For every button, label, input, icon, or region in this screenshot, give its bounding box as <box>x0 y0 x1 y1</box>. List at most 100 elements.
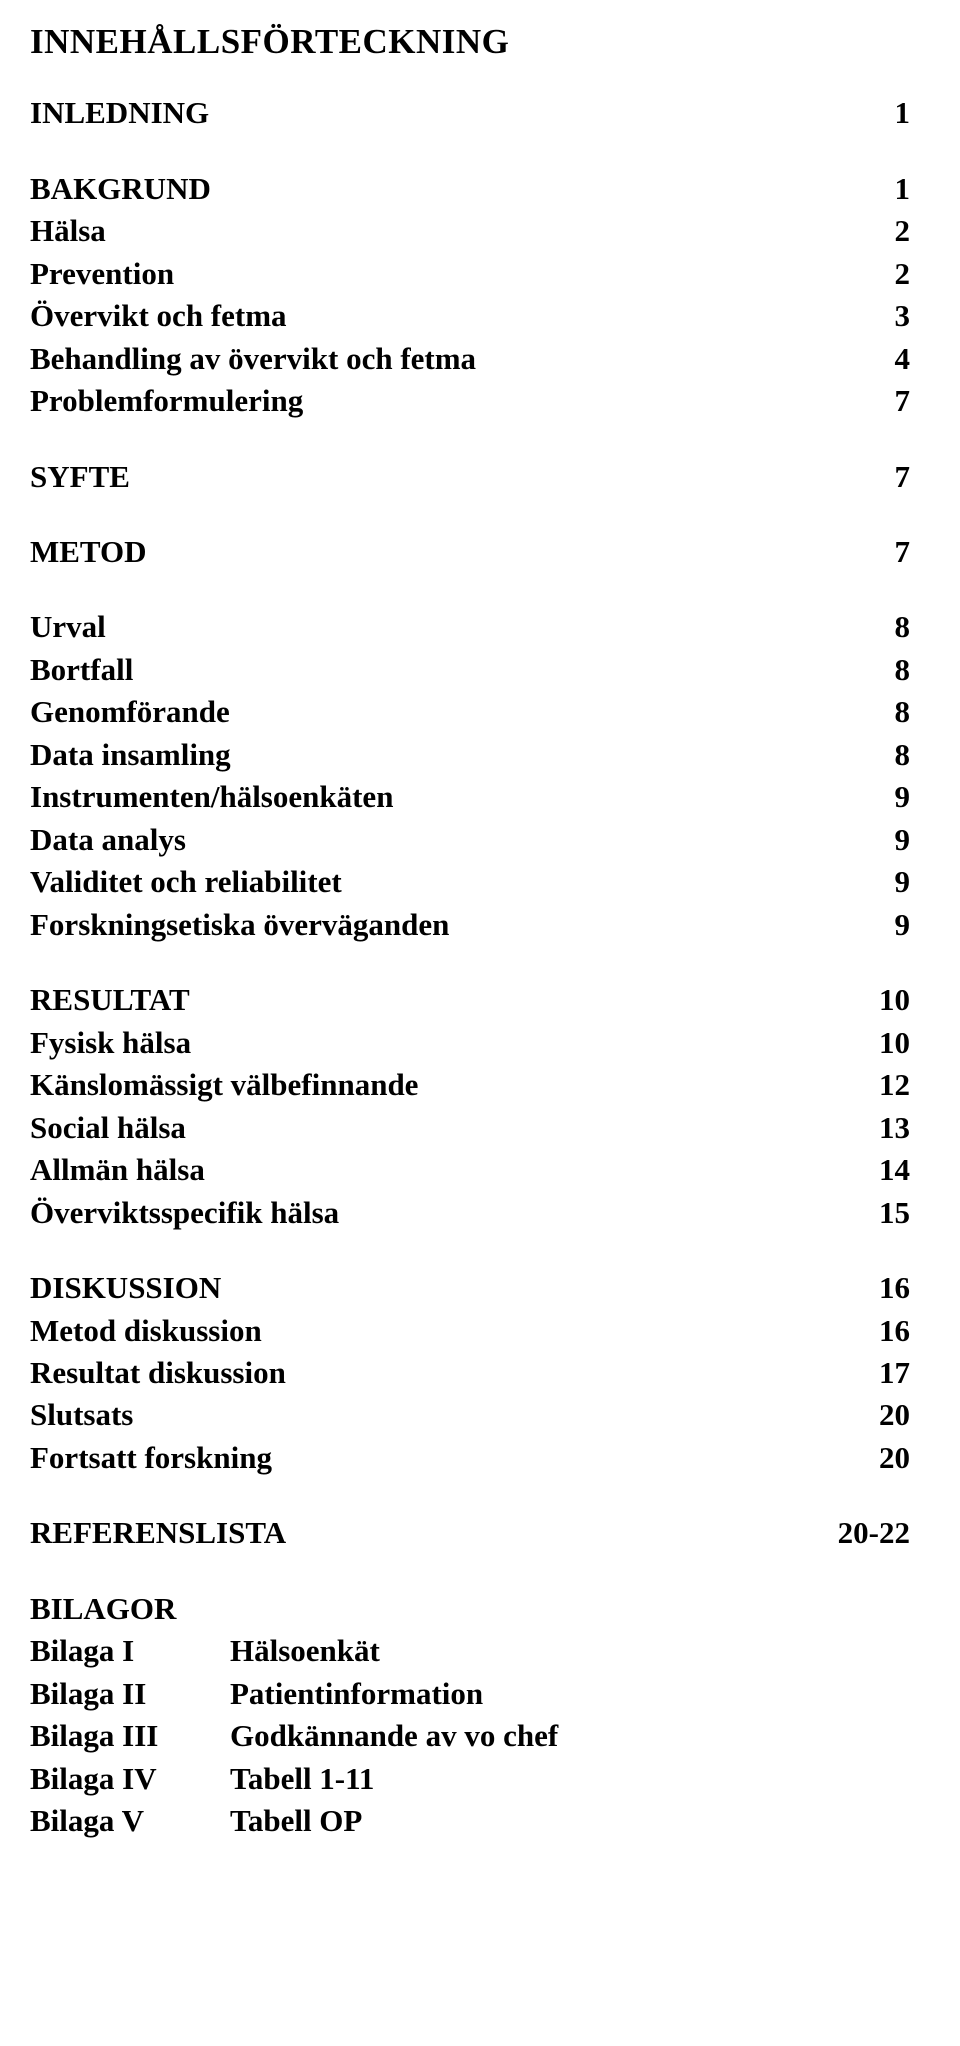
toc-entry-page: 10 <box>879 982 910 1018</box>
toc-entry-label[interactable]: BAKGRUND <box>30 168 790 210</box>
toc-row[interactable]: Resultat diskussion 17 <box>30 1352 920 1394</box>
toc-group-spacer-cell <box>30 1555 920 1588</box>
toc-entry-label[interactable]: Fysisk hälsa <box>30 1022 790 1064</box>
toc-entry-label[interactable]: Forskningsetiska överväganden <box>30 904 790 946</box>
toc-body: INLEDNING 1 BAKGRUND 1 Hälsa 2 Prevention 2 Över… <box>30 92 920 1588</box>
toc-row[interactable]: Överviktsspecifik hälsa 15 <box>30 1192 920 1234</box>
toc-entry-label[interactable]: Urval <box>30 606 790 648</box>
toc-row[interactable]: RESULTAT 10 <box>30 979 920 1021</box>
toc-row[interactable]: Allmän hälsa 14 <box>30 1149 920 1191</box>
toc-entry-label[interactable]: Fortsatt forskning <box>30 1437 790 1479</box>
toc-entry-page: 13 <box>879 1109 910 1145</box>
toc-entry-page: 8 <box>894 651 911 687</box>
toc-entry-label[interactable]: Social hälsa <box>30 1107 790 1149</box>
toc-row[interactable]: Urval 8 <box>30 606 920 648</box>
toc-row[interactable]: Problemformulering 7 <box>30 380 920 422</box>
toc-entry-label[interactable]: Instrumenten/hälsoenkäten <box>30 776 790 818</box>
toc-row[interactable]: BAKGRUND 1 <box>30 168 920 210</box>
toc-entry-page: 9 <box>894 779 911 815</box>
toc-row[interactable]: Hälsa 2 <box>30 210 920 252</box>
toc-row[interactable]: SYFTE 7 <box>30 456 920 498</box>
toc-group-spacer-cell <box>30 1234 920 1267</box>
toc-row[interactable]: Fortsatt forskning 20 <box>30 1437 920 1479</box>
toc-group-spacer <box>30 573 920 606</box>
toc-entry-label[interactable]: Allmän hälsa <box>30 1149 790 1191</box>
page-title: INNEHÅLLSFÖRTECKNING <box>30 22 510 61</box>
toc-entry-label[interactable]: Resultat diskussion <box>30 1352 790 1394</box>
toc-row[interactable]: Data insamling 8 <box>30 734 920 776</box>
appendix-item-name: Bilaga IV <box>30 1760 157 1796</box>
toc-entry-label[interactable]: Övervikt och fetma <box>30 295 790 337</box>
toc-entry-label[interactable]: Känslomässigt välbefinnande <box>30 1064 790 1106</box>
toc-entry-label[interactable]: Prevention <box>30 253 790 295</box>
toc-row[interactable]: Behandling av övervikt och fetma 4 <box>30 338 920 380</box>
toc-entry-page: 7 <box>894 534 911 569</box>
toc-entry-label[interactable]: RESULTAT <box>30 979 790 1021</box>
toc-row[interactable]: Fysisk hälsa 10 <box>30 1022 920 1064</box>
toc-row[interactable]: Övervikt och fetma 3 <box>30 295 920 337</box>
toc-entry-label[interactable]: Överviktsspecifik hälsa <box>30 1192 790 1234</box>
appendix-item-name: Bilaga I <box>30 1633 135 1669</box>
appendix-item[interactable]: Bilaga III Godkännande av vo chef <box>30 1715 920 1757</box>
toc-entry-label[interactable]: Problemformulering <box>30 380 790 422</box>
toc-entry-page: 7 <box>894 383 911 419</box>
toc-entry-label[interactable]: Slutsats <box>30 1394 790 1436</box>
toc-entry-label[interactable]: Data analys <box>30 819 790 861</box>
toc-entry-page: 1 <box>894 95 911 131</box>
toc-entry-page: 8 <box>894 736 911 772</box>
toc-row[interactable]: Social hälsa 13 <box>30 1107 920 1149</box>
toc-entry-page: 14 <box>879 1152 910 1188</box>
toc-entry-label[interactable]: SYFTE <box>30 456 790 498</box>
toc-entry-label[interactable]: METOD <box>30 531 790 573</box>
table-of-contents: INLEDNING 1 BAKGRUND 1 Hälsa 2 Prevention 2 Över… <box>30 92 920 1588</box>
appendix-item[interactable]: Bilaga IV Tabell 1-11 <box>30 1758 920 1800</box>
toc-entry-page: 8 <box>894 609 911 645</box>
toc-entry-label[interactable]: INLEDNING <box>30 92 790 134</box>
toc-row[interactable]: Slutsats 20 <box>30 1394 920 1436</box>
toc-entry-label[interactable]: Genomförande <box>30 691 790 733</box>
toc-row[interactable]: Data analys 9 <box>30 819 920 861</box>
toc-row[interactable]: Metod diskussion 16 <box>30 1310 920 1352</box>
appendix-list: Bilaga I Hälsoenkät Bilaga II Patientinform… <box>30 1630 920 1842</box>
toc-entry-page: 20-22 <box>837 1515 910 1551</box>
toc-entry-page: 16 <box>879 1270 910 1306</box>
toc-entry-label[interactable]: Validitet och reliabilitet <box>30 861 790 903</box>
toc-entry-page: 9 <box>894 906 911 942</box>
toc-group-spacer <box>30 1234 920 1267</box>
toc-entry-page: 2 <box>894 255 911 291</box>
appendix-item[interactable]: Bilaga V Tabell OP <box>30 1800 920 1842</box>
toc-row[interactable]: REFERENSLISTA 20-22 <box>30 1512 920 1554</box>
appendix-item-description: Hälsoenkät <box>230 1633 380 1669</box>
toc-group-spacer-cell <box>30 946 920 979</box>
toc-row[interactable]: Instrumenten/hälsoenkäten 9 <box>30 776 920 818</box>
toc-entry-label[interactable]: DISKUSSION <box>30 1267 790 1309</box>
toc-row[interactable]: Prevention 2 <box>30 253 920 295</box>
toc-row[interactable]: DISKUSSION 16 <box>30 1267 920 1309</box>
appendix-item[interactable]: Bilaga I Hälsoenkät <box>30 1630 920 1672</box>
appendix-item-name: Bilaga III <box>30 1718 159 1754</box>
toc-entry-label[interactable]: Metod diskussion <box>30 1310 790 1352</box>
toc-entry-page: 20 <box>879 1397 910 1433</box>
toc-row[interactable]: METOD 7 <box>30 531 920 573</box>
toc-entry-page: 2 <box>894 213 911 249</box>
toc-row[interactable]: Validitet och reliabilitet 9 <box>30 861 920 903</box>
toc-entry-label[interactable]: Bortfall <box>30 649 790 691</box>
appendix-item[interactable]: Bilaga II Patientinformation <box>30 1673 920 1715</box>
toc-group-spacer-cell <box>30 573 920 606</box>
toc-row[interactable]: Forskningsetiska överväganden 9 <box>30 904 920 946</box>
toc-entry-label[interactable]: Data insamling <box>30 734 790 776</box>
toc-row[interactable]: Bortfall 8 <box>30 649 920 691</box>
toc-row[interactable]: INLEDNING 1 <box>30 92 920 134</box>
toc-entry-label[interactable]: REFERENSLISTA <box>30 1512 790 1554</box>
toc-entry-label[interactable]: Hälsa <box>30 210 790 252</box>
toc-row[interactable]: Känslomässigt välbefinnande 12 <box>30 1064 920 1106</box>
toc-group-spacer <box>30 1555 920 1588</box>
toc-row[interactable]: Genomförande 8 <box>30 691 920 733</box>
toc-entry-page: 17 <box>879 1354 910 1390</box>
toc-entry-page: 4 <box>894 340 911 376</box>
appendix-item-name: Bilaga V <box>30 1803 144 1839</box>
toc-entry-label[interactable]: Behandling av övervikt och fetma <box>30 338 790 380</box>
toc-entry-page: 15 <box>879 1194 910 1230</box>
toc-group-spacer <box>30 1479 920 1512</box>
toc-entry-page: 8 <box>894 694 911 730</box>
